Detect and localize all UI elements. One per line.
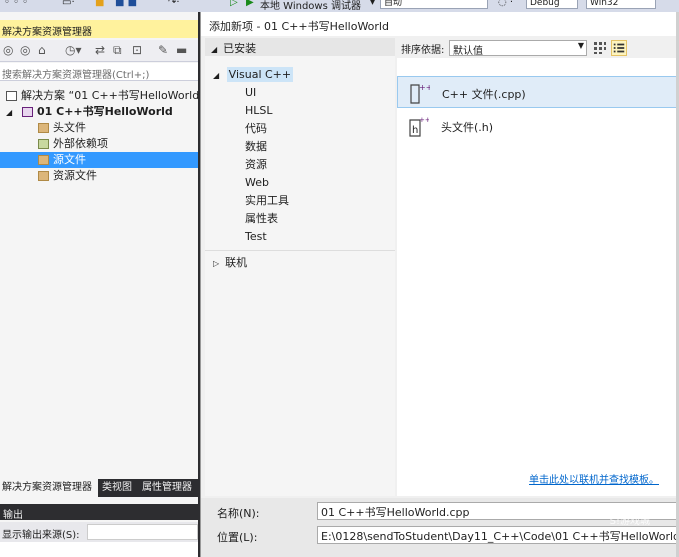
tab-solution-explorer[interactable]: 解决方案资源管理器 <box>0 479 98 497</box>
output-title: 输出 <box>0 504 198 521</box>
sort-bar: 排序依据: 默认值 ▼ <box>397 38 679 58</box>
output-toolbar: 显示输出来源(S): <box>0 522 198 542</box>
svg-text:++: ++ <box>419 83 430 92</box>
sort-value: 默认值 <box>453 46 483 57</box>
template-name: C++ 文件(.cpp) <box>442 88 526 101</box>
category-code[interactable]: 代码 <box>245 120 267 138</box>
collapse-all-icon[interactable]: ⧉ <box>113 43 122 58</box>
redo-icon[interactable]: ↷· <box>168 0 180 8</box>
tree-item-solution[interactable]: 解决方案 “01 C++书写HelloWorld” <box>0 88 205 104</box>
tree-item-resource-files[interactable]: 资源文件 <box>0 168 198 184</box>
debugger-label[interactable]: 本地 Windows 调试器 <box>260 0 361 12</box>
chevron-down-icon: ▼ <box>577 41 584 50</box>
preview-icon[interactable]: ▬ <box>176 43 187 57</box>
tree-item-label: 头文件 <box>53 121 86 134</box>
play-icon[interactable]: ▶ <box>246 0 254 8</box>
tree-item-project[interactable]: ◢ 01 C++书写HelloWorld <box>0 104 198 120</box>
sort-label: 排序依据: <box>401 45 445 56</box>
solution-explorer-title: 解决方案资源管理器 <box>0 20 198 38</box>
category-visual-cpp[interactable]: ◢ Visual C++ <box>213 66 294 84</box>
undo-icon[interactable]: ◦ ◦ ◦ <box>4 0 28 8</box>
category-web[interactable]: Web <box>245 174 269 192</box>
solution-icon <box>6 91 17 101</box>
divider <box>205 250 395 251</box>
online-node[interactable]: ▷ 联机 <box>213 254 247 272</box>
tree-item-label: 解决方案 “01 C++书写HelloWorld” <box>21 89 205 102</box>
watermark: S!游戏城 <box>609 516 650 527</box>
location-label: 位置(L): <box>217 531 258 544</box>
installed-label: 已安装 <box>223 42 257 55</box>
output-source-label: 显示输出来源(S): <box>2 530 80 541</box>
header-file-icon: h ++ <box>409 116 429 137</box>
solution-search-input[interactable]: 搜索解决方案资源管理器(Ctrl+;) <box>0 63 198 81</box>
platform-combo[interactable]: Win32 <box>586 0 656 9</box>
new-project-icon[interactable]: ▭· <box>62 0 75 8</box>
tree-item-label: 01 C++书写HelloWorld <box>37 105 173 118</box>
installed-header[interactable]: ◢ 已安装 <box>205 38 395 56</box>
mode-combo[interactable]: 自动 <box>380 0 488 9</box>
category-data[interactable]: 数据 <box>245 138 267 156</box>
output-source-select[interactable] <box>87 524 198 540</box>
svg-text:++: ++ <box>419 116 429 124</box>
folder-icon <box>38 123 49 133</box>
sort-select[interactable]: 默认值 ▼ <box>449 40 587 57</box>
show-all-files-icon[interactable]: ⊡ <box>132 43 142 57</box>
external-deps-icon <box>38 139 49 149</box>
expand-icon: ◢ <box>213 71 220 80</box>
bottom-tabs: 解决方案资源管理器 类视图 属性管理器 <box>0 479 198 497</box>
folder-icon <box>38 171 49 181</box>
template-cpp-file[interactable]: ++ C++ 文件(.cpp) <box>397 76 679 108</box>
category-ui[interactable]: UI <box>245 84 256 102</box>
tree-item-label: 资源文件 <box>53 169 97 182</box>
solution-explorer-toolbar: ◎ ◎ ⌂ ◷▾ ⇄ ⧉ ⊡ ✎ ▬ <box>0 40 198 62</box>
expand-icon[interactable]: ◢ <box>6 108 12 117</box>
online-label: 联机 <box>225 256 248 269</box>
dialog-form: 名称(N): 01 C++书写HelloWorld.cpp 位置(L): E:\… <box>201 498 679 557</box>
back-icon[interactable]: ◎ <box>3 43 13 57</box>
start-debug-icon[interactable]: ▷ <box>230 0 238 8</box>
save-icon[interactable]: ■ ■ <box>115 0 137 8</box>
tab-class-view[interactable]: 类视图 <box>100 479 134 497</box>
grid-view-icon[interactable] <box>593 41 607 55</box>
online-templates-link[interactable]: 单击此处以联机并查找模板。 <box>529 471 659 486</box>
category-tree: ◢ 已安装 ◢ Visual C++ UI HLSL 代码 数据 资源 Web 实… <box>205 38 395 496</box>
folder-icon <box>38 155 49 165</box>
category-label: Visual C++ <box>226 67 294 82</box>
open-folder-icon[interactable]: ■ <box>95 0 104 8</box>
name-label: 名称(N): <box>217 507 260 520</box>
expand-triangle-icon: ▷ <box>213 259 220 268</box>
category-utility[interactable]: 实用工具 <box>245 192 289 210</box>
tree-item-label: 源文件 <box>53 153 86 166</box>
template-header-file[interactable]: h ++ 头文件(.h) <box>397 110 679 142</box>
collapse-triangle-icon: ◢ <box>211 45 218 54</box>
sync-icon[interactable]: ⇄ <box>95 43 105 57</box>
category-resource[interactable]: 资源 <box>245 156 267 174</box>
properties-icon[interactable]: ✎ <box>158 43 168 57</box>
template-name: 头文件(.h) <box>441 121 494 134</box>
cpp-file-icon: ++ <box>410 83 430 104</box>
list-view-icon[interactable] <box>611 40 627 56</box>
tree-item-external-deps[interactable]: 外部依赖项 <box>0 136 198 152</box>
output-body <box>0 542 198 557</box>
debugger-dropdown-icon[interactable]: ▾ <box>370 0 375 8</box>
config-combo[interactable]: Debug <box>526 0 578 9</box>
template-list-panel: 排序依据: 默认值 ▼ ++ C++ 文件(.cpp) h ++ 头文件(.h)… <box>397 38 679 496</box>
tree-item-label: 外部依赖项 <box>53 137 108 150</box>
add-new-item-dialog: 添加新项 - 01 C++书写HelloWorld ◢ 已安装 ◢ Visual … <box>200 12 679 557</box>
svg-text:h: h <box>412 125 418 136</box>
project-icon <box>22 107 33 117</box>
history-icon[interactable]: ◷▾ <box>65 43 82 57</box>
dialog-title: 添加新项 - 01 C++书写HelloWorld <box>201 12 679 36</box>
attach-icon[interactable]: ◌ · <box>498 0 513 8</box>
category-test[interactable]: Test <box>245 228 267 246</box>
home-icon[interactable]: ⌂ <box>38 43 46 57</box>
tab-property-manager[interactable]: 属性管理器 <box>140 479 194 497</box>
category-property-sheet[interactable]: 属性表 <box>245 210 278 228</box>
tree-item-source-files[interactable]: 源文件 <box>0 152 198 168</box>
category-hlsl[interactable]: HLSL <box>245 102 273 120</box>
forward-icon[interactable]: ◎ <box>20 43 30 57</box>
top-toolbar: ◦ ◦ ◦ ▭· ■ ■ ■ ↷· ▷ ▶ 本地 Windows 调试器 ▾ 自… <box>0 0 679 12</box>
location-input[interactable]: E:\0128\sendToStudent\Day11_C++\Code\01 … <box>317 526 679 544</box>
tree-item-header-files[interactable]: 头文件 <box>0 120 198 136</box>
